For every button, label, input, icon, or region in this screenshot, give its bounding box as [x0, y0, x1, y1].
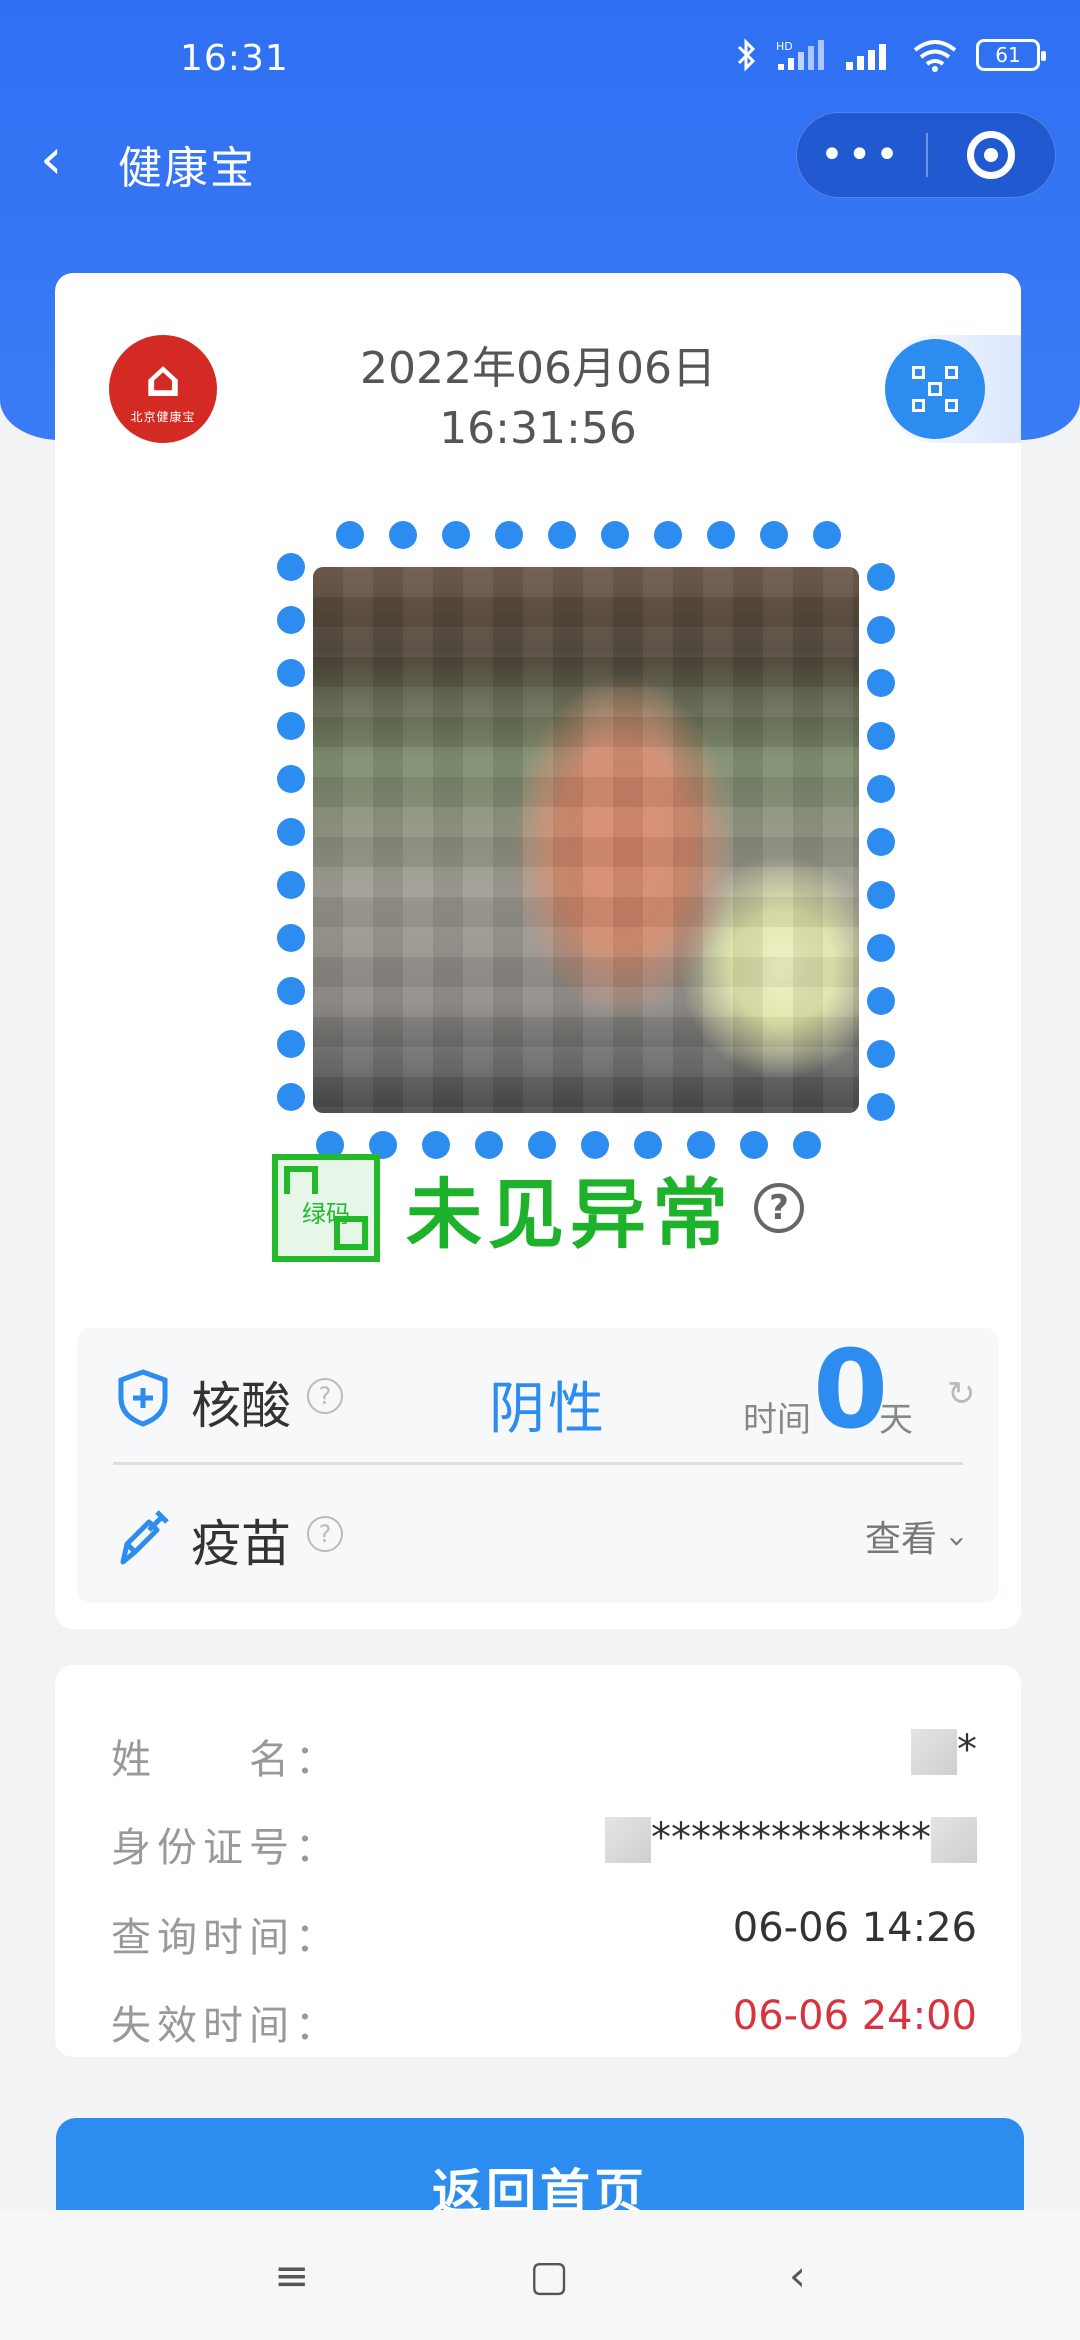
status-time: 16:31 [180, 38, 289, 79]
name-row: 姓 名： * [111, 1727, 977, 1787]
close-mini-program-button[interactable] [928, 131, 1055, 179]
name-suffix: * [957, 1727, 977, 1773]
days-count: 0 [813, 1328, 889, 1453]
expire-time-row: 失效时间： 06-06 24:00 [111, 1993, 977, 2053]
id-stars: ************** [651, 1815, 931, 1861]
qr-code-icon [885, 339, 985, 439]
nucleic-acid-row: 核酸 ? 阴性 时间 0 天 ↻ [113, 1328, 976, 1465]
vaccine-label: 疫苗 [191, 1515, 291, 1573]
code-label: 绿码 [278, 1194, 374, 1229]
vaccine-row[interactable]: 疫苗 ? 查看› [113, 1466, 975, 1603]
nucleic-result: 阴性 [489, 1377, 607, 1442]
battery-level: 61 [995, 43, 1021, 67]
personal-info-card: 姓 名： * 身份证号： ************** 查询时间： 06-06 … [55, 1665, 1021, 2057]
wifi-icon [913, 40, 957, 72]
name-value: * [911, 1727, 977, 1775]
refresh-icon[interactable]: ↻ [947, 1374, 976, 1414]
expire-value: 06-06 24:00 [732, 1993, 977, 2039]
query-time-row: 查询时间： 06-06 14:26 [111, 1905, 977, 1965]
bluetooth-icon [737, 38, 756, 72]
id-row: 身份证号： ************** [111, 1815, 977, 1875]
page-title: 健康宝 [118, 143, 256, 194]
status-bar: 16:31 HD 61 [0, 0, 1080, 120]
chevron-down-icon: › [939, 1535, 975, 1548]
status-icons: HD 61 [736, 38, 1046, 72]
current-date: 2022年06月06日 [360, 343, 716, 394]
nucleic-label: 核酸 [191, 1377, 291, 1435]
masked-block [605, 1817, 651, 1863]
back-button[interactable]: ‹ [40, 132, 100, 192]
user-photo [313, 567, 859, 1113]
masked-block [911, 1729, 957, 1775]
query-value: 06-06 14:26 [732, 1905, 977, 1951]
query-key: 查询时间： [111, 1915, 341, 1961]
menu-icon[interactable]: ≡ [274, 2251, 309, 2300]
current-time: 16:31:56 [439, 403, 637, 454]
status-text: 未见异常 [406, 1170, 734, 1259]
time-label: 时间 [743, 1400, 811, 1440]
photo-frame [225, 483, 895, 1159]
name-key: 姓 名： [111, 1737, 341, 1783]
more-button[interactable]: ••• [797, 132, 926, 178]
hd-signal-icon: HD [776, 40, 824, 70]
current-datetime: 2022年06月06日 16:31:56 [55, 339, 1021, 459]
view-label: 查看 [864, 1519, 937, 1560]
masked-block [931, 1817, 977, 1863]
id-value: ************** [605, 1815, 977, 1863]
shield-plus-icon [118, 1369, 168, 1427]
expire-key: 失效时间： [111, 2003, 341, 2049]
nucleic-help-icon[interactable]: ? [307, 1378, 343, 1414]
day-unit: 天 [879, 1400, 913, 1440]
status-help-icon[interactable]: ? [754, 1183, 804, 1233]
id-key: 身份证号： [111, 1825, 341, 1871]
syringe-icon [120, 1510, 169, 1565]
home-icon[interactable]: ▢ [529, 2251, 569, 2300]
nav-bar: ‹ 健康宝 ••• [0, 110, 1080, 210]
qr-code-button[interactable] [881, 335, 1021, 443]
target-icon [967, 131, 1016, 179]
vaccine-help-icon[interactable]: ? [307, 1516, 343, 1552]
battery-icon: 61 [976, 39, 1046, 71]
mini-program-capsule: ••• [796, 112, 1056, 198]
test-results-panel: 核酸 ? 阴性 时间 0 天 ↻ 疫苗 ? 查看› [77, 1328, 999, 1603]
vaccine-view-button[interactable]: 查看› [864, 1510, 975, 1562]
health-status: 绿码 未见异常 ? [55, 1153, 1021, 1263]
back-icon[interactable]: ‹ [789, 2251, 806, 2300]
system-nav-bar: ≡ ▢ ‹ [0, 2210, 1080, 2340]
green-code-icon: 绿码 [272, 1154, 380, 1262]
health-code-card: ⌂ 北京健康宝 2022年06月06日 16:31:56 绿码 未见异常 ? 核… [55, 273, 1021, 1629]
svg-text:HD: HD [776, 40, 793, 53]
signal-icon [846, 44, 886, 70]
